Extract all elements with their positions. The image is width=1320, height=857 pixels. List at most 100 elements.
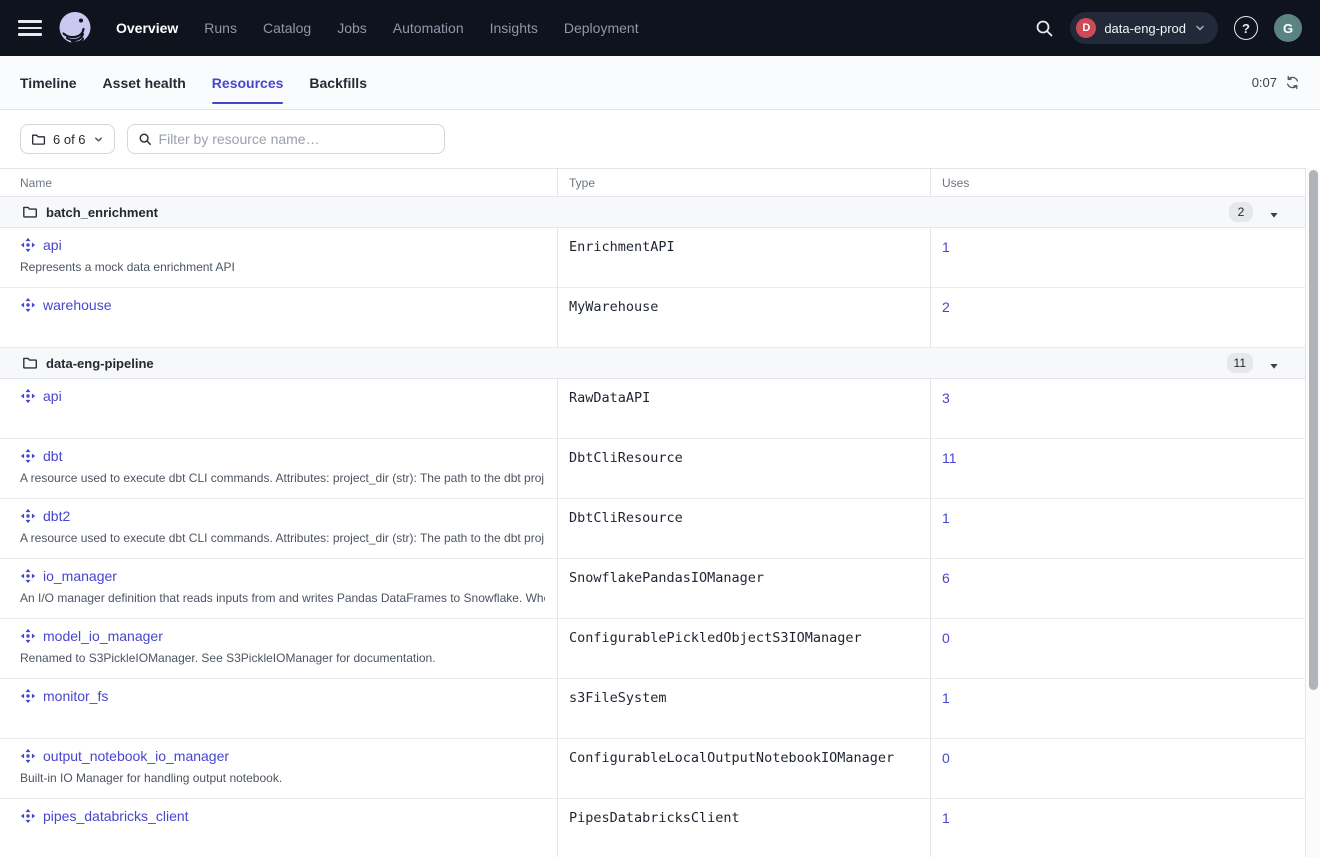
nav-item-deployment[interactable]: Deployment bbox=[564, 20, 639, 36]
folder-icon bbox=[31, 132, 46, 147]
resource-uses-cell: 0 bbox=[930, 739, 1305, 798]
resource-icon bbox=[20, 297, 36, 313]
group-name: batch_enrichment bbox=[46, 205, 158, 220]
resource-name-cell: pipes_databricks_client bbox=[0, 799, 557, 857]
resources-table: Name Type Uses batch_enrichment 2 api Repre… bbox=[0, 168, 1306, 857]
resource-name-link[interactable]: dbt2 bbox=[43, 508, 70, 524]
resource-type: s3FileSystem bbox=[557, 679, 930, 738]
resource-description: Built-in IO Manager for handling output … bbox=[20, 771, 545, 785]
resource-description: Represents a mock data enrichment API bbox=[20, 260, 545, 274]
resource-description: A resource used to execute dbt CLI comma… bbox=[20, 531, 545, 545]
resource-row-warehouse: warehouse MyWarehouse 2 bbox=[0, 288, 1305, 348]
scrollbar-thumb[interactable] bbox=[1309, 170, 1318, 690]
nav-item-runs[interactable]: Runs bbox=[204, 20, 237, 36]
resource-uses-link[interactable]: 0 bbox=[942, 750, 950, 766]
resource-name-cell: api Represents a mock data enrichment API bbox=[0, 228, 557, 287]
deployment-name: data-eng-prod bbox=[1104, 21, 1186, 36]
resource-type: RawDataAPI bbox=[557, 379, 930, 438]
resource-type: DbtCliResource bbox=[557, 439, 930, 498]
resource-uses-link[interactable]: 6 bbox=[942, 570, 950, 586]
resource-icon bbox=[20, 388, 36, 404]
resource-name-link[interactable]: pipes_databricks_client bbox=[43, 808, 189, 824]
resource-name-cell: monitor_fs bbox=[0, 679, 557, 738]
resource-type: ConfigurablePickledObjectS3IOManager bbox=[557, 619, 930, 678]
resource-uses-cell: 1 bbox=[930, 679, 1305, 738]
resource-row-dbt: dbtA resource used to execute dbt CLI co… bbox=[0, 439, 1305, 499]
resource-name-link[interactable]: monitor_fs bbox=[43, 688, 108, 704]
resource-uses-cell: 1 bbox=[930, 799, 1305, 857]
folder-icon bbox=[22, 355, 38, 371]
primary-nav: Overview Runs Catalog Jobs Automation Insight… bbox=[116, 20, 639, 36]
resource-name-link[interactable]: output_notebook_io_manager bbox=[43, 748, 229, 764]
resource-icon bbox=[20, 748, 36, 764]
tab-resources[interactable]: Resources bbox=[212, 56, 284, 109]
filter-row: 6 of 6 bbox=[0, 110, 1320, 168]
table-header: Name Type Uses bbox=[0, 168, 1305, 197]
nav-item-catalog[interactable]: Catalog bbox=[263, 20, 311, 36]
resource-name-link[interactable]: warehouse bbox=[43, 297, 112, 313]
resource-name-link[interactable]: io_manager bbox=[43, 568, 117, 584]
resource-uses-link[interactable]: 3 bbox=[942, 390, 950, 406]
resource-type: PipesDatabricksClient bbox=[557, 799, 930, 857]
nav-item-insights[interactable]: Insights bbox=[490, 20, 538, 36]
resource-row-output_notebook_io_manager: output_notebook_io_manager Built-in IO Ma… bbox=[0, 739, 1305, 799]
vertical-scrollbar[interactable] bbox=[1307, 168, 1320, 857]
resource-name-cell: model_io_manager Renamed to S3PickleIOMan… bbox=[0, 619, 557, 678]
resource-uses-link[interactable]: 1 bbox=[942, 810, 950, 826]
resource-name-link[interactable]: api bbox=[43, 237, 62, 253]
group-row-batch_enrichment[interactable]: batch_enrichment 2 bbox=[0, 197, 1305, 228]
group-row-data-eng-pipeline[interactable]: data-eng-pipeline 11 bbox=[0, 348, 1305, 379]
tab-timeline[interactable]: Timeline bbox=[20, 56, 77, 109]
column-header-uses: Uses bbox=[930, 169, 1305, 196]
resource-description: Renamed to S3PickleIOManager. See S3Pick… bbox=[20, 651, 545, 665]
tab-backfills[interactable]: Backfills bbox=[309, 56, 367, 109]
group-count-badge: 11 bbox=[1227, 353, 1253, 373]
resource-name-cell: output_notebook_io_manager Built-in IO Ma… bbox=[0, 739, 557, 798]
resource-name-cell: warehouse bbox=[0, 288, 557, 347]
resource-row-model_io_manager: model_io_manager Renamed to S3PickleIOMan… bbox=[0, 619, 1305, 679]
avatar[interactable]: G bbox=[1274, 14, 1302, 42]
resource-uses-cell: 1 bbox=[930, 228, 1305, 287]
tabs: Timeline Asset health Resources Backfills bbox=[20, 56, 367, 109]
menu-icon[interactable] bbox=[18, 16, 42, 40]
resource-description: An I/O manager definition that reads inp… bbox=[20, 591, 545, 605]
resource-row-api: api RawDataAPI 3 bbox=[0, 379, 1305, 439]
group-filter-dropdown[interactable]: 6 of 6 bbox=[20, 124, 115, 154]
collapse-caret-icon[interactable] bbox=[1269, 358, 1279, 368]
resource-uses-link[interactable]: 1 bbox=[942, 239, 950, 255]
resource-uses-cell: 1 bbox=[930, 499, 1305, 558]
resource-name-link[interactable]: api bbox=[43, 388, 62, 404]
resource-uses-cell: 3 bbox=[930, 379, 1305, 438]
resource-uses-link[interactable]: 2 bbox=[942, 299, 950, 315]
resource-type: DbtCliResource bbox=[557, 499, 930, 558]
resource-icon bbox=[20, 508, 36, 524]
resource-uses-cell: 6 bbox=[930, 559, 1305, 618]
resource-uses-link[interactable]: 11 bbox=[942, 450, 957, 466]
nav-item-jobs[interactable]: Jobs bbox=[337, 20, 367, 36]
refresh-icon[interactable] bbox=[1285, 75, 1300, 90]
search-input[interactable] bbox=[159, 131, 434, 147]
resource-uses-link[interactable]: 0 bbox=[942, 630, 950, 646]
resource-uses-link[interactable]: 1 bbox=[942, 510, 950, 526]
dagster-logo-icon[interactable] bbox=[56, 9, 94, 47]
tab-asset-health[interactable]: Asset health bbox=[103, 56, 186, 109]
nav-item-automation[interactable]: Automation bbox=[393, 20, 464, 36]
resource-name-link[interactable]: dbt bbox=[43, 448, 62, 464]
nav-item-overview[interactable]: Overview bbox=[116, 20, 178, 36]
deployment-switcher[interactable]: D data-eng-prod bbox=[1070, 12, 1218, 44]
group-name: data-eng-pipeline bbox=[46, 356, 154, 371]
resource-name-cell: api bbox=[0, 379, 557, 438]
chevron-down-icon bbox=[1194, 22, 1206, 34]
group-count-badge: 2 bbox=[1229, 202, 1253, 222]
column-header-name: Name bbox=[0, 169, 557, 196]
resource-uses-link[interactable]: 1 bbox=[942, 690, 950, 706]
resource-search bbox=[127, 124, 445, 154]
help-icon[interactable]: ? bbox=[1234, 16, 1258, 40]
resource-name-link[interactable]: model_io_manager bbox=[43, 628, 163, 644]
search-icon[interactable] bbox=[1034, 18, 1054, 38]
resource-type: EnrichmentAPI bbox=[557, 228, 930, 287]
collapse-caret-icon[interactable] bbox=[1269, 207, 1279, 217]
column-header-type: Type bbox=[557, 169, 930, 196]
resource-type: MyWarehouse bbox=[557, 288, 930, 347]
resource-uses-cell: 11 bbox=[930, 439, 1305, 498]
